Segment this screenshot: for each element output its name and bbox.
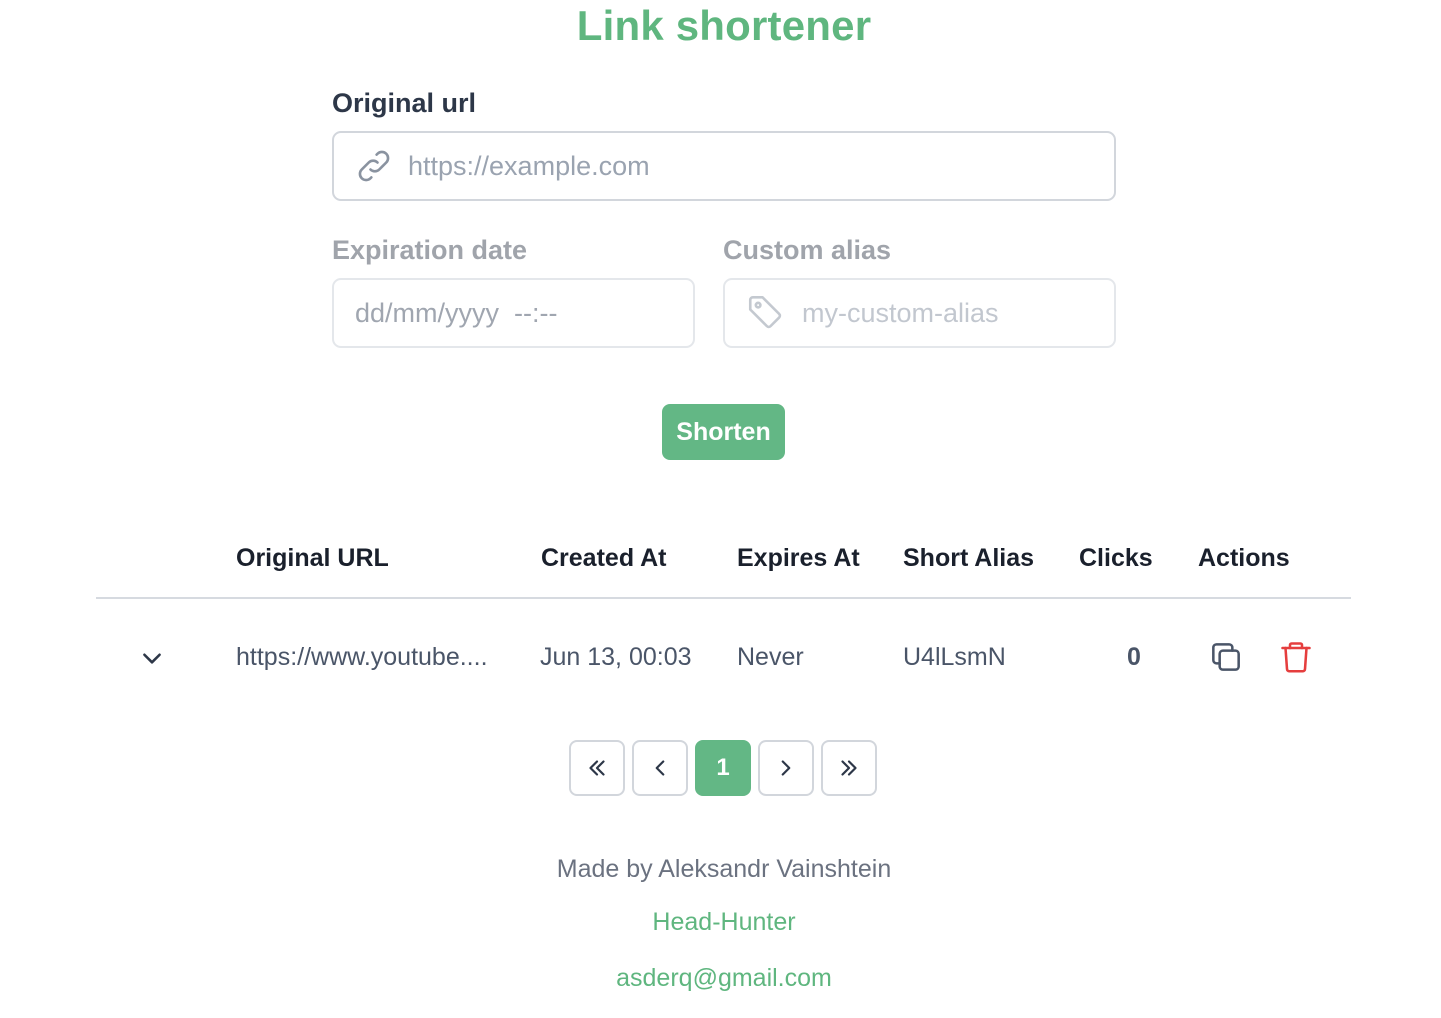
header-original-url: Original URL bbox=[236, 544, 389, 572]
chevron-left-icon bbox=[655, 760, 665, 776]
cell-original-url[interactable]: https://www.youtube.... bbox=[236, 643, 488, 672]
header-clicks: Clicks bbox=[1079, 544, 1153, 572]
prev-page-button[interactable] bbox=[632, 740, 688, 796]
table-divider bbox=[96, 597, 1351, 599]
link-icon bbox=[352, 144, 396, 188]
expiration-date-placeholder: dd/mm/yyyy --:-- bbox=[355, 297, 558, 328]
header-created-at: Created At bbox=[541, 544, 667, 572]
page: Link shortener Original url https://exam… bbox=[0, 0, 1441, 1018]
expiration-date-label: Expiration date bbox=[332, 235, 528, 265]
cell-expires-at: Never bbox=[737, 643, 804, 671]
email-link[interactable]: asderq@gmail.com bbox=[616, 964, 832, 992]
page-title: Link shortener bbox=[576, 2, 872, 49]
custom-alias-placeholder: my-custom-alias bbox=[802, 297, 999, 328]
first-page-button[interactable] bbox=[569, 740, 625, 796]
footer-credit: Made by Aleksandr Vainshtein bbox=[556, 855, 892, 883]
double-chevron-left-icon bbox=[589, 760, 605, 776]
cell-short-alias: U4lLsmN bbox=[903, 643, 1006, 671]
header-actions: Actions bbox=[1198, 544, 1290, 572]
custom-alias-label: Custom alias bbox=[723, 235, 892, 265]
cell-clicks: 0 bbox=[1127, 643, 1141, 671]
expand-chevron-icon[interactable] bbox=[134, 640, 170, 676]
next-page-button[interactable] bbox=[758, 740, 814, 796]
last-page-button[interactable] bbox=[821, 740, 877, 796]
shorten-button[interactable]: Shorten bbox=[662, 404, 785, 460]
page-1-button[interactable]: 1 bbox=[695, 740, 751, 796]
footer-link-email: asderq@gmail.com bbox=[0, 964, 1441, 993]
headhunter-link[interactable]: Head-Hunter bbox=[652, 908, 795, 936]
trash-icon[interactable] bbox=[1275, 636, 1317, 678]
header-short-alias: Short Alias bbox=[903, 544, 1035, 572]
original-url-label: Original url bbox=[332, 88, 477, 118]
footer-link-headhunter: Head-Hunter bbox=[0, 908, 1441, 937]
tag-icon bbox=[744, 291, 788, 335]
double-chevron-right-icon bbox=[841, 760, 857, 776]
expiration-date-field[interactable]: dd/mm/yyyy --:-- bbox=[332, 278, 695, 348]
copy-icon[interactable] bbox=[1205, 636, 1247, 678]
header-expires-at: Expires At bbox=[737, 544, 860, 572]
chevron-right-icon bbox=[781, 760, 791, 776]
cell-created-at: Jun 13, 00:03 bbox=[540, 643, 692, 671]
original-url-field[interactable]: https://example.com bbox=[332, 131, 1116, 201]
original-url-placeholder: https://example.com bbox=[408, 150, 650, 181]
custom-alias-field[interactable]: my-custom-alias bbox=[723, 278, 1116, 348]
